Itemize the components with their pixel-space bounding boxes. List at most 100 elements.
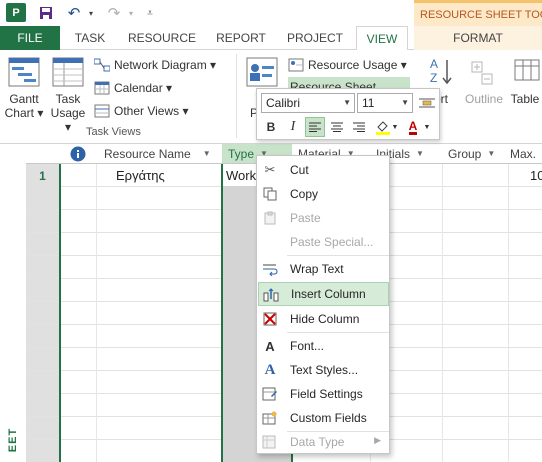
chevron-down-icon[interactable]: ▼ [343, 98, 351, 107]
gantt-label-2: Chart ▾ [4, 106, 44, 120]
tab-view[interactable]: VIEW [356, 26, 408, 51]
redo-icon[interactable]: ↷ [104, 3, 124, 23]
column-header-group[interactable]: Group ▼ [442, 144, 508, 164]
ribbon-separator [236, 54, 237, 138]
selected-column-border-left [221, 164, 223, 462]
resource-usage-button[interactable]: Resource Usage ▾ [288, 55, 407, 75]
tab-resource[interactable]: RESOURCE [124, 26, 200, 50]
menu-item-cut[interactable]: ✂ Cut [258, 158, 389, 182]
tab-project[interactable]: PROJECT [282, 26, 348, 50]
select-all-header[interactable] [26, 144, 60, 164]
font-name-value: Calibri [266, 96, 301, 110]
other-views-label: Other Views ▾ [114, 104, 189, 118]
column-filter-icon[interactable]: ▼ [487, 149, 495, 158]
column-header-label: Group [448, 146, 482, 161]
tables-icon [509, 56, 541, 88]
grid-line [508, 164, 509, 462]
custom-fields-icon [262, 410, 278, 426]
menu-item-hide-column[interactable]: Hide Column [258, 307, 389, 331]
font-color-button[interactable]: A [403, 117, 423, 137]
align-left-icon [309, 122, 321, 132]
row-number[interactable]: 1 [26, 164, 59, 187]
tables-button[interactable]: Table [508, 56, 542, 106]
menu-item-field-settings[interactable]: Field Settings [258, 382, 389, 406]
menu-item-text-styles[interactable]: A Text Styles... [258, 358, 389, 382]
menu-separator [287, 255, 389, 256]
menu-item-custom-fields[interactable]: Custom Fields [258, 406, 389, 430]
indicators-header[interactable] [60, 144, 96, 164]
undo-dropdown-icon[interactable]: ▾ [86, 3, 96, 23]
save-icon[interactable] [36, 3, 56, 23]
svg-text:Z: Z [430, 71, 437, 85]
calendar-icon [94, 81, 110, 95]
redo-dropdown-icon[interactable]: ▾ [126, 3, 136, 23]
bold-button[interactable]: B [261, 117, 281, 137]
menu-item-font[interactable]: A Font... [258, 334, 389, 358]
hide-column-icon [262, 311, 278, 327]
other-views-icon [94, 104, 110, 118]
menu-item-insert-column[interactable]: Insert Column [258, 282, 389, 306]
column-header-resource-name[interactable]: Resource Name ▼ [96, 144, 222, 164]
menu-item-copy[interactable]: Copy [258, 182, 389, 206]
column-filter-icon[interactable]: ▼ [203, 149, 211, 158]
network-diagram-button[interactable]: Network Diagram ▾ [93, 55, 216, 75]
menu-item-label: Cut [290, 163, 309, 177]
cell-type[interactable]: Work [226, 164, 256, 187]
task-usage-label-2: Usage ▾ [50, 106, 86, 134]
network-diagram-icon [93, 58, 111, 72]
chevron-down-icon[interactable]: ▼ [401, 98, 409, 107]
align-right-icon [353, 122, 365, 132]
align-left-button[interactable] [305, 117, 325, 137]
project-app-icon[interactable]: P [6, 3, 26, 22]
align-center-button[interactable] [327, 117, 347, 137]
task-usage-label-1: Task [55, 92, 81, 106]
menu-item-label: Custom Fields [290, 411, 367, 425]
gantt-chart-icon [8, 56, 40, 88]
tab-report[interactable]: REPORT [208, 26, 274, 50]
font-size-combo[interactable]: 11 ▼ [357, 93, 413, 113]
menu-item-wrap-text[interactable]: Wrap Text [258, 257, 389, 281]
undo-icon[interactable]: ↶ [64, 3, 84, 23]
calendar-button[interactable]: Calendar ▾ [94, 78, 172, 98]
resource-usage-icon [288, 58, 304, 72]
insert-column-icon [263, 287, 279, 303]
svg-text:A: A [430, 57, 438, 71]
italic-button[interactable]: I [283, 117, 303, 137]
view-border-left [59, 164, 61, 462]
tab-file[interactable]: FILE [0, 26, 60, 50]
align-right-button[interactable] [349, 117, 369, 137]
view-bar-label: EET [7, 427, 19, 453]
format-painter-icon[interactable] [417, 93, 437, 113]
menu-item-label: Data Type [290, 435, 345, 449]
tables-label: Table [510, 92, 540, 106]
outline-button[interactable]: Outline [462, 56, 506, 106]
cell-max-units[interactable]: 10 [530, 164, 542, 187]
fill-color-button[interactable] [373, 117, 393, 137]
column-header-max-units[interactable]: Max. [508, 144, 542, 164]
wrap-text-icon [262, 261, 278, 277]
sort-az-icon: AZ [429, 56, 453, 88]
menu-item-paste-special[interactable]: Paste Special... [258, 230, 389, 254]
menu-item-label: Copy [290, 187, 319, 201]
outline-label: Outline [464, 92, 504, 106]
column-filter-icon[interactable]: ▼ [416, 149, 424, 158]
cell-resource-name[interactable]: Εργάτης [116, 164, 220, 187]
mini-toolbar: Calibri ▼ 11 ▼ B I ▼ A ▼ [256, 88, 440, 140]
chevron-down-icon[interactable]: ▼ [423, 117, 431, 137]
customize-qat-icon[interactable]: ⩡ [144, 3, 156, 23]
tab-format[interactable]: FORMAT [414, 26, 542, 50]
grid-line [96, 164, 97, 462]
paste-icon [262, 210, 278, 226]
chevron-down-icon[interactable]: ▼ [391, 117, 399, 137]
gantt-chart-button[interactable]: Gantt Chart ▾ [4, 56, 44, 120]
context-menu: ✂ Cut Copy Paste Paste Special... Wrap T… [256, 155, 390, 454]
team-planner-icon [246, 56, 278, 88]
font-name-combo[interactable]: Calibri ▼ [261, 93, 355, 113]
resource-usage-label: Resource Usage ▾ [308, 58, 407, 72]
menu-item-data-type[interactable]: Data Type ▶ [258, 430, 389, 454]
tab-task[interactable]: TASK [66, 26, 114, 50]
outline-icon [468, 56, 500, 88]
menu-item-paste[interactable]: Paste [258, 206, 389, 230]
other-views-button[interactable]: Other Views ▾ [94, 101, 189, 121]
task-usage-button[interactable]: Task Usage ▾ [46, 56, 90, 134]
